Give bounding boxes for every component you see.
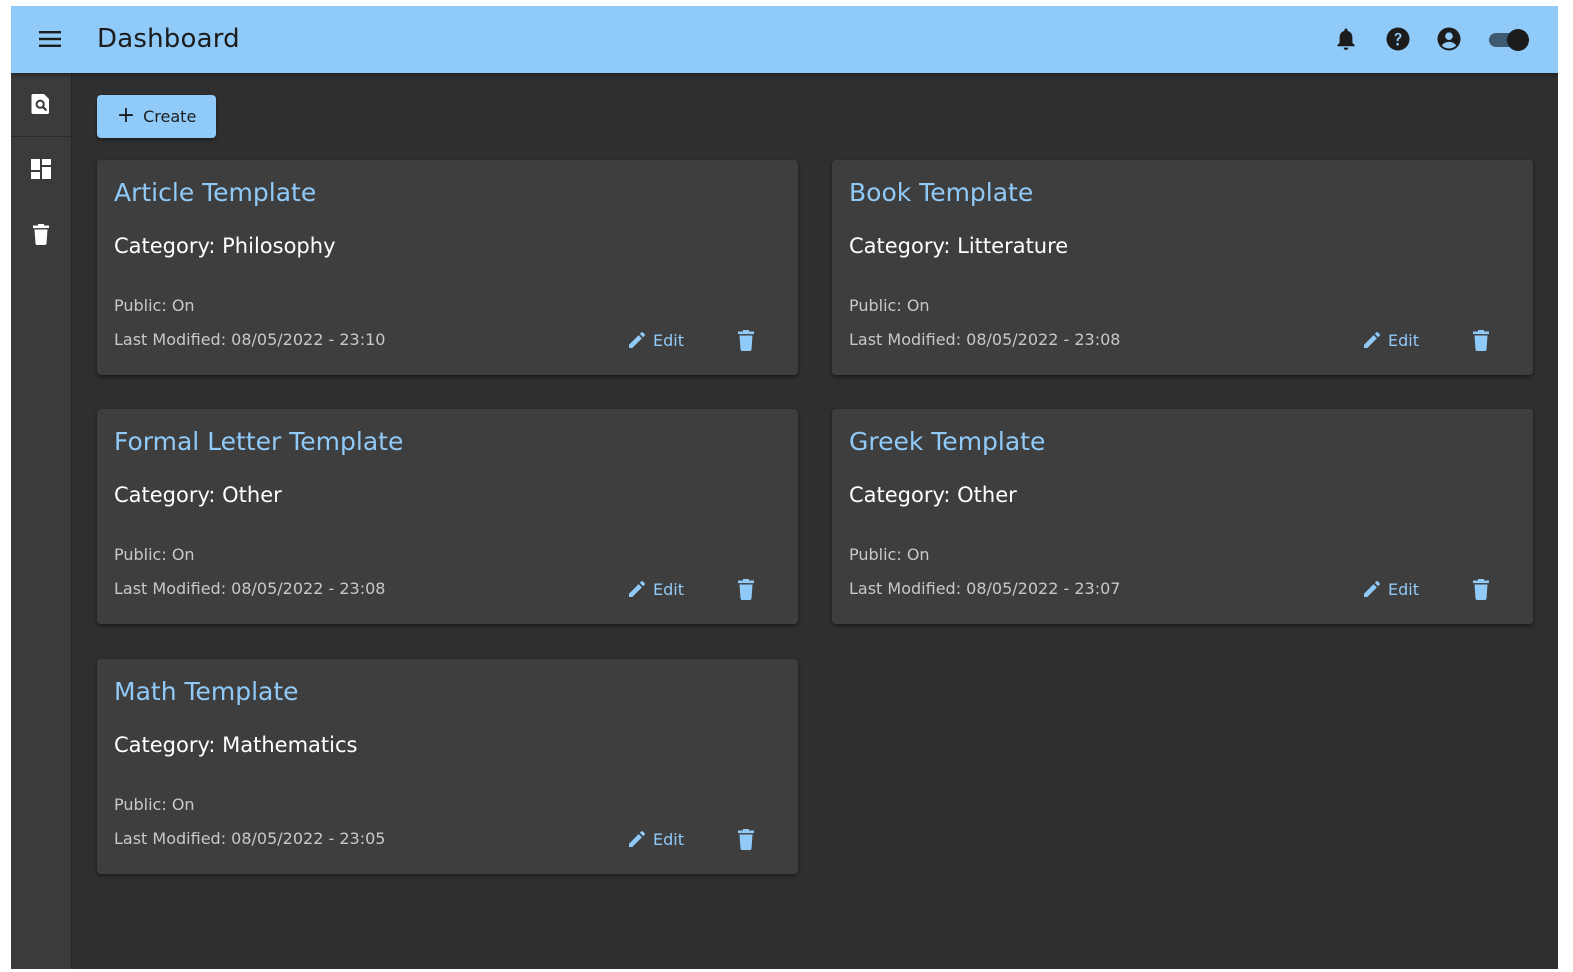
card-title-link[interactable]: Article Template bbox=[114, 176, 316, 210]
edit-button[interactable]: Edit bbox=[625, 574, 688, 604]
edit-button-label: Edit bbox=[653, 579, 684, 599]
pencil-icon bbox=[629, 581, 645, 597]
edit-button-label: Edit bbox=[653, 330, 684, 350]
toggle-thumb bbox=[1507, 29, 1529, 51]
trash-icon bbox=[33, 223, 49, 249]
card-category: Category: Other bbox=[849, 483, 1017, 507]
create-button[interactable]: + Create bbox=[97, 95, 216, 138]
account-circle-icon[interactable] bbox=[1436, 26, 1462, 52]
dashboard-icon bbox=[31, 159, 51, 183]
edit-button[interactable]: Edit bbox=[1360, 574, 1423, 604]
card-public-status: Public: On bbox=[114, 296, 195, 315]
sidebar bbox=[11, 73, 72, 969]
template-card: Math Template Category: Mathematics Publ… bbox=[97, 659, 798, 874]
card-last-modified: Last Modified: 08/05/2022 - 23:05 bbox=[114, 829, 386, 848]
card-title-link[interactable]: Math Template bbox=[114, 675, 299, 709]
delete-button[interactable] bbox=[734, 326, 758, 354]
pencil-icon bbox=[1364, 581, 1380, 597]
card-category: Category: Other bbox=[114, 483, 282, 507]
bell-icon[interactable] bbox=[1333, 26, 1359, 52]
delete-button[interactable] bbox=[734, 825, 758, 853]
card-category: Category: Litterature bbox=[849, 234, 1069, 258]
sidebar-item-dashboard[interactable] bbox=[11, 141, 71, 201]
delete-button[interactable] bbox=[734, 575, 758, 603]
help-circle-icon[interactable] bbox=[1385, 26, 1411, 52]
card-public-status: Public: On bbox=[114, 795, 195, 814]
template-card: Article Template Category: Philosophy Pu… bbox=[97, 160, 798, 375]
file-search-icon bbox=[31, 93, 51, 119]
card-category: Category: Mathematics bbox=[114, 733, 358, 757]
template-card: Book Template Category: Litterature Publ… bbox=[832, 160, 1533, 375]
card-category: Category: Philosophy bbox=[114, 234, 336, 258]
trash-icon bbox=[738, 578, 754, 600]
trash-icon bbox=[738, 828, 754, 850]
theme-toggle[interactable] bbox=[1487, 28, 1529, 52]
hamburger-menu-icon[interactable] bbox=[37, 26, 63, 52]
card-last-modified: Last Modified: 08/05/2022 - 23:08 bbox=[849, 330, 1121, 349]
card-last-modified: Last Modified: 08/05/2022 - 23:08 bbox=[114, 579, 386, 598]
sidebar-divider bbox=[11, 136, 71, 137]
edit-button[interactable]: Edit bbox=[1360, 325, 1423, 355]
trash-icon bbox=[738, 329, 754, 351]
card-last-modified: Last Modified: 08/05/2022 - 23:07 bbox=[849, 579, 1121, 598]
template-card: Greek Template Category: Other Public: O… bbox=[832, 409, 1533, 624]
card-public-status: Public: On bbox=[849, 545, 930, 564]
plus-icon: + bbox=[116, 102, 136, 128]
card-title-link[interactable]: Book Template bbox=[849, 176, 1033, 210]
edit-button-label: Edit bbox=[1388, 579, 1419, 599]
delete-button[interactable] bbox=[1469, 575, 1493, 603]
delete-button[interactable] bbox=[1469, 326, 1493, 354]
card-title-link[interactable]: Formal Letter Template bbox=[114, 425, 403, 459]
card-title-link[interactable]: Greek Template bbox=[849, 425, 1045, 459]
create-button-label: Create bbox=[143, 107, 197, 126]
edit-button-label: Edit bbox=[1388, 330, 1419, 350]
pencil-icon bbox=[629, 831, 645, 847]
pencil-icon bbox=[629, 332, 645, 348]
edit-button[interactable]: Edit bbox=[625, 325, 688, 355]
edit-button-label: Edit bbox=[653, 829, 684, 849]
sidebar-item-search-document[interactable] bbox=[11, 76, 71, 136]
top-app-bar: Dashboard bbox=[11, 6, 1558, 73]
card-public-status: Public: On bbox=[849, 296, 930, 315]
card-public-status: Public: On bbox=[114, 545, 195, 564]
edit-button[interactable]: Edit bbox=[625, 824, 688, 854]
card-last-modified: Last Modified: 08/05/2022 - 23:10 bbox=[114, 330, 386, 349]
sidebar-item-trash[interactable] bbox=[11, 206, 71, 266]
page-title: Dashboard bbox=[97, 24, 240, 54]
template-card: Formal Letter Template Category: Other P… bbox=[97, 409, 798, 624]
trash-icon bbox=[1473, 578, 1489, 600]
trash-icon bbox=[1473, 329, 1489, 351]
pencil-icon bbox=[1364, 332, 1380, 348]
app-window: Dashboard + Create Article Template Cate… bbox=[11, 6, 1558, 969]
